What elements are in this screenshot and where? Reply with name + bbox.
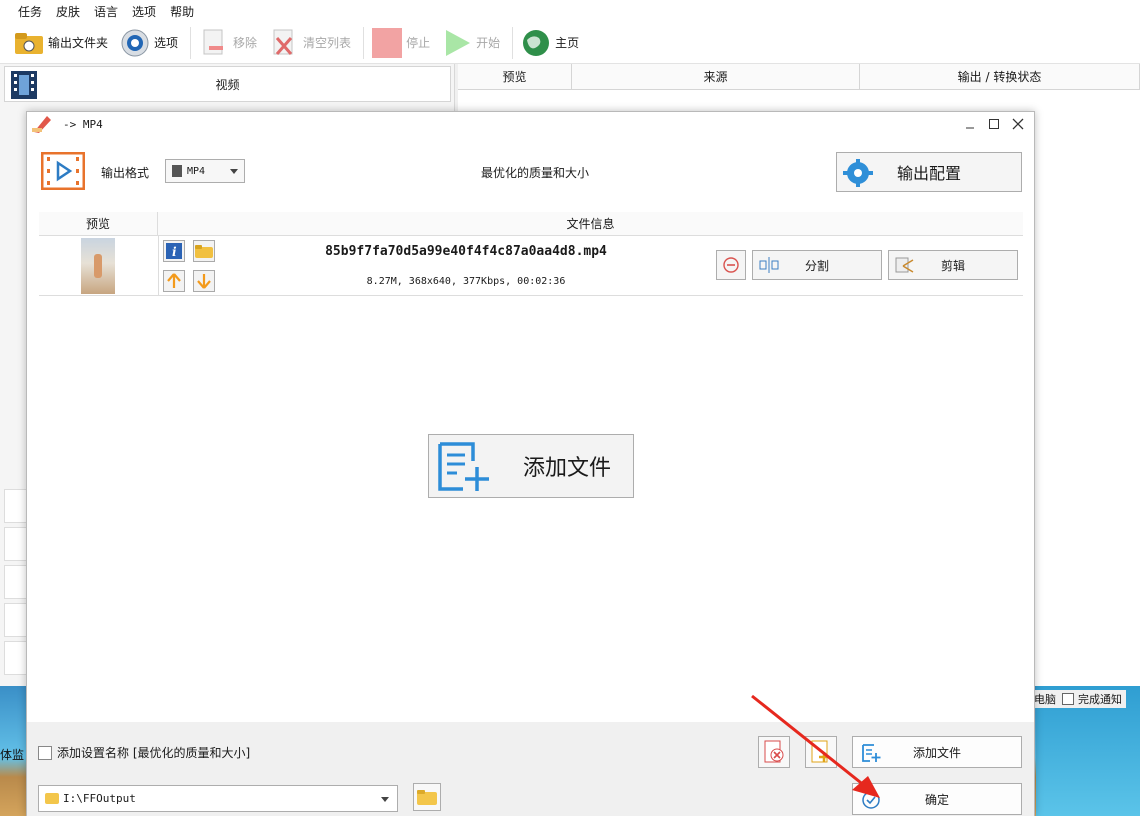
trim-button[interactable]: 剪辑: [888, 250, 1018, 280]
output-path-dropdown[interactable]: I:\FFOutput: [38, 785, 398, 812]
quality-description: 最优化的质量和大小: [481, 166, 590, 180]
browse-folder-button[interactable]: [413, 783, 441, 811]
column-preview[interactable]: 预览: [458, 64, 572, 89]
info-button[interactable]: i: [163, 240, 185, 262]
folder-icon: [417, 790, 437, 805]
output-config-button[interactable]: 输出配置: [836, 152, 1022, 192]
film-strip-icon: [11, 71, 37, 102]
info-icon: i: [166, 243, 182, 259]
play-icon: [442, 28, 472, 58]
maximize-button[interactable]: [982, 114, 1006, 134]
dialog-titlebar: -> MP4: [27, 112, 1034, 136]
window-controls: [958, 114, 1030, 134]
chevron-down-icon: [381, 797, 389, 802]
complete-notify-checkbox[interactable]: [1062, 693, 1074, 705]
file-details: 8.27M, 368x640, 377Kbps, 00:02:36: [366, 276, 566, 287]
file-name: 85b9f7fa70d5a99e40f4f4c87a0aa4d8.mp4: [325, 244, 607, 259]
home-button[interactable]: 主页: [521, 25, 579, 61]
menu-help[interactable]: 帮助: [170, 3, 194, 20]
split-button[interactable]: 分割: [752, 250, 882, 280]
globe-icon: [521, 28, 551, 58]
minus-circle-icon: [723, 257, 739, 273]
stop-button[interactable]: 停止: [372, 25, 430, 61]
column-source[interactable]: 来源: [572, 64, 860, 89]
row-separator: [158, 236, 159, 296]
main-toolbar: 输出文件夹 选项 移除 清空列表 停止 开始 主页: [0, 22, 1140, 64]
minimize-button[interactable]: [958, 114, 982, 134]
folder-icon: [45, 793, 59, 804]
svg-text:i: i: [172, 245, 177, 259]
split-icon: [759, 257, 779, 276]
add-setting-name-option[interactable]: 添加设置名称 [最优化的质量和大小]: [38, 744, 250, 761]
gear-icon: [843, 159, 873, 191]
clear-list-button[interactable]: 清空列表: [269, 25, 351, 61]
folder-icon: [195, 245, 213, 258]
remove-doc-icon: [199, 28, 229, 58]
format-dropdown[interactable]: MP4: [165, 159, 245, 183]
arrow-down-icon: [197, 274, 211, 289]
toolbar-separator: [363, 26, 365, 59]
app-logo-icon: [31, 114, 53, 137]
arrow-up-icon: [167, 273, 181, 288]
menu-bar: 任务 皮肤 语言 选项 帮助: [0, 0, 1140, 22]
chevron-down-icon: [230, 169, 238, 174]
mp4-icon: [172, 165, 182, 177]
column-file-info[interactable]: 文件信息: [158, 212, 1023, 235]
file-list-header: 预览 文件信息: [39, 212, 1023, 236]
folder-icon: [14, 28, 44, 58]
options-gear-icon: [120, 28, 150, 58]
menu-language[interactable]: 语言: [94, 3, 118, 20]
completion-notify-bar: 电脑 完成通知: [1030, 690, 1126, 708]
clear-list-icon: [269, 28, 299, 58]
dialog-title: -> MP4: [63, 117, 103, 131]
menu-options[interactable]: 选项: [132, 3, 156, 20]
video-format-icon: [40, 151, 86, 193]
column-preview[interactable]: 预览: [39, 212, 158, 235]
desktop-label: 体监: [0, 748, 25, 762]
file-list: 预览 文件信息 i 85b9f7fa70d5a99e40f4f4c87a0aa4…: [39, 212, 1023, 722]
video-thumbnail: [81, 238, 115, 294]
annotation-arrow: [751, 694, 880, 798]
task-list-header: 预览 来源 输出 / 转换状态: [458, 64, 1140, 90]
close-button[interactable]: [1006, 114, 1030, 134]
menu-skin[interactable]: 皮肤: [56, 3, 80, 20]
toolbar-separator: [512, 26, 514, 59]
format-label: 输出格式: [101, 166, 150, 180]
remove-file-button[interactable]: [716, 250, 746, 280]
remove-button[interactable]: 移除: [199, 25, 257, 61]
trim-icon: [895, 257, 915, 276]
move-down-button[interactable]: [193, 270, 215, 292]
move-up-button[interactable]: [163, 270, 185, 292]
stop-icon: [372, 27, 403, 58]
file-row[interactable]: i 85b9f7fa70d5a99e40f4f4c87a0aa4d8.mp4 8…: [39, 236, 1023, 296]
column-output-status[interactable]: 输出 / 转换状态: [860, 64, 1140, 89]
options-button[interactable]: 选项: [120, 25, 178, 61]
toolbar-separator: [190, 26, 192, 59]
format-row: 输出格式 MP4 最优化的质量和大小 输出配置: [39, 150, 1023, 196]
add-document-icon: [437, 441, 493, 499]
open-folder-button[interactable]: [193, 240, 215, 262]
add-setting-name-checkbox[interactable]: [38, 745, 52, 760]
menu-task[interactable]: 任务: [18, 3, 42, 20]
video-category[interactable]: 视频: [4, 66, 451, 102]
output-folder-button[interactable]: 输出文件夹: [14, 25, 108, 61]
add-file-big-button[interactable]: 添加文件: [428, 434, 634, 498]
start-button[interactable]: 开始: [442, 25, 500, 61]
